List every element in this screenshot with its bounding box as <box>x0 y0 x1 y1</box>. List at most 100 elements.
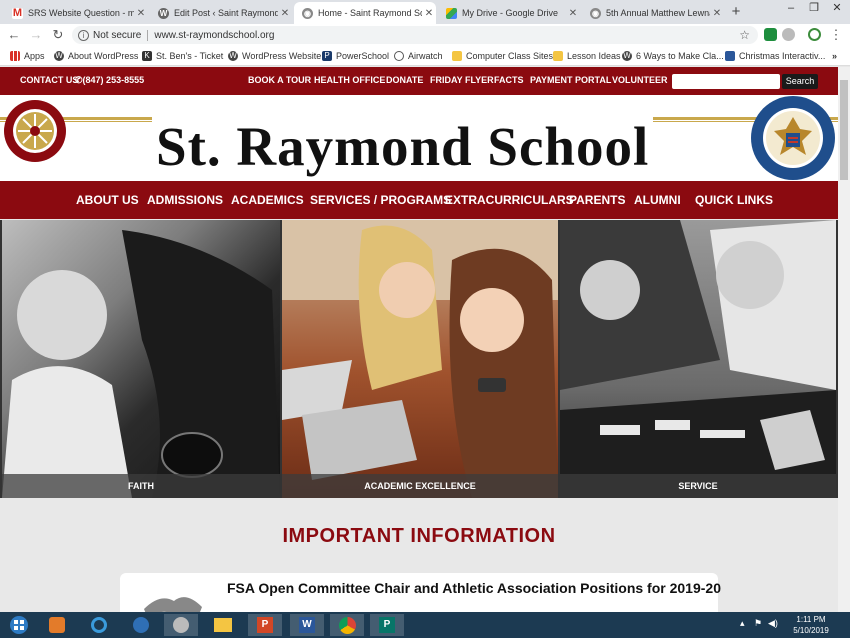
action-center-icon[interactable]: ⚑ <box>754 618 762 629</box>
friday-flyer-link[interactable]: FRIDAY FLYER <box>430 75 494 85</box>
panel-caption: SERVICE <box>560 474 836 498</box>
bookmark-lesson-ideas[interactable]: Lesson Ideas <box>553 49 621 63</box>
close-icon[interactable]: ✕ <box>422 8 436 19</box>
menu-dots-icon[interactable]: ⋮ <box>828 27 844 43</box>
doc-icon <box>725 51 735 61</box>
gmail-icon: M <box>12 7 23 19</box>
close-icon[interactable]: ✕ <box>134 8 148 19</box>
word-icon[interactable]: W <box>290 614 324 636</box>
bookmark-apps[interactable]: Apps <box>10 49 45 63</box>
nav-academics[interactable]: ACADEMICS <box>231 193 304 207</box>
site-search-input[interactable] <box>672 74 780 89</box>
bookmark-airwatch[interactable]: Airwatch <box>394 49 443 63</box>
bookmark-wordpress-website[interactable]: W WordPress Website <box>228 49 321 63</box>
bookmark-about-wordpress[interactable]: W About WordPress <box>54 49 138 63</box>
news-card[interactable]: FSA Open Committee Chair and Athletic As… <box>120 573 721 612</box>
nav-parents[interactable]: PARENTS <box>569 193 625 207</box>
search-button[interactable]: Search <box>782 74 818 89</box>
panel-academic-excellence[interactable]: ACADEMIC EXCELLENCE <box>282 220 558 498</box>
site-title: St. Raymond School <box>152 117 654 177</box>
bookmark-label: Apps <box>24 51 45 61</box>
tab-gmail[interactable]: M SRS Website Question - mic ✕ <box>4 2 148 24</box>
bookmark-label: PowerSchool <box>336 51 390 61</box>
outlook-icon[interactable] <box>124 614 158 636</box>
feature-panels: FAITH ACADEMIC EXCELLENCE SERVICE <box>0 220 838 498</box>
tab-label: Edit Post ‹ Saint Raymond Sc <box>174 8 278 18</box>
nav-services-programs[interactable]: SERVICES / PROGRAMS <box>310 193 451 207</box>
tab-google-drive[interactable]: My Drive - Google Drive ✕ <box>438 2 580 24</box>
divider <box>147 29 149 41</box>
bookmark-label: Lesson Ideas <box>567 51 621 61</box>
tab-edit-post[interactable]: W Edit Post ‹ Saint Raymond Sc ✕ <box>150 2 292 24</box>
panel-faith[interactable]: FAITH <box>2 220 280 498</box>
tab-home-active[interactable]: ◉ Home - Saint Raymond Scho ✕ <box>294 2 436 24</box>
nav-about-us[interactable]: ABOUT US <box>76 193 139 207</box>
k-icon: K <box>142 51 152 61</box>
file-explorer-icon[interactable] <box>206 614 240 636</box>
bookmark-star-icon[interactable]: ☆ <box>739 28 750 42</box>
wordpress-icon: W <box>158 7 169 19</box>
close-icon[interactable]: ✕ <box>278 8 292 19</box>
address-bar[interactable]: i Not secure www.st-raymondschool.org ☆ <box>72 26 758 44</box>
close-window-button[interactable]: ✕ <box>826 0 848 18</box>
st-raymond-seal-logo[interactable] <box>3 99 67 163</box>
panel-caption: ACADEMIC EXCELLENCE <box>282 474 558 498</box>
speaker-icon[interactable]: ◀) <box>768 618 778 629</box>
system-clock[interactable]: 1:11 PM 5/10/2019 <box>788 614 834 636</box>
bookmark-christmas-interactive[interactable]: Christmas Interactiv... <box>725 49 825 63</box>
news-card-title[interactable]: FSA Open Committee Chair and Athletic As… <box>227 580 721 596</box>
bookmark-label: Christmas Interactiv... <box>739 51 826 61</box>
donate-link[interactable]: DONATE <box>386 75 423 85</box>
chrome-icon[interactable] <box>330 614 364 636</box>
health-office-link[interactable]: HEALTH OFFICE <box>314 75 385 85</box>
nav-extracurriculars[interactable]: EXTRACURRICULARS <box>445 193 574 207</box>
start-button[interactable] <box>2 614 36 636</box>
close-icon[interactable]: ✕ <box>566 8 580 19</box>
contact-us-link[interactable]: CONTACT US <box>20 75 78 85</box>
tab-matthew-lewnar[interactable]: ◉ 5th Annual Matthew Lewnar ✕ <box>582 2 724 24</box>
internet-explorer-icon[interactable] <box>82 614 116 636</box>
bookmark-st-bens[interactable]: K St. Ben's - Ticket <box>142 49 223 63</box>
forward-arrow-icon[interactable]: → <box>28 27 44 43</box>
security-label: Not secure <box>93 29 142 41</box>
publisher-icon[interactable]: P <box>370 614 404 636</box>
blue-ribbon-seal-logo <box>751 96 835 180</box>
more-bookmarks-icon[interactable]: » <box>832 49 837 63</box>
reload-icon[interactable]: ↻ <box>50 27 66 43</box>
nav-alumni[interactable]: ALUMNI <box>634 193 681 207</box>
close-icon[interactable]: ✕ <box>710 8 724 19</box>
payment-portal-link[interactable]: PAYMENT PORTAL <box>530 75 611 85</box>
book-a-tour-link[interactable]: BOOK A TOUR <box>248 75 311 85</box>
wordpress-icon: W <box>228 51 238 61</box>
extension-icon[interactable] <box>782 28 795 41</box>
volunteer-link[interactable]: VOLUNTEER <box>612 75 668 85</box>
panel-service[interactable]: SERVICE <box>560 220 836 498</box>
bookmark-label: About WordPress <box>68 51 139 61</box>
powerschool-icon: P <box>322 51 332 61</box>
minimize-button[interactable]: – <box>780 0 802 18</box>
snipping-tool-icon[interactable] <box>164 614 198 636</box>
phone-icon: ✆ <box>75 75 83 85</box>
profile-avatar[interactable] <box>808 28 821 41</box>
powerpoint-icon[interactable]: P <box>248 614 282 636</box>
faith-photo <box>2 230 280 498</box>
new-tab-button[interactable]: + <box>727 3 745 21</box>
nav-admissions[interactable]: ADMISSIONS <box>147 193 223 207</box>
url-text: www.st-raymondschool.org <box>154 29 275 41</box>
extension-icon[interactable] <box>764 28 777 41</box>
bookmark-powerschool[interactable]: P PowerSchool <box>322 49 389 63</box>
facts-link[interactable]: FACTS <box>494 75 524 85</box>
media-player-icon[interactable] <box>40 614 74 636</box>
bookmark-6-ways[interactable]: W 6 Ways to Make Cla... <box>622 49 724 63</box>
scrollbar-thumb[interactable] <box>840 80 848 180</box>
tray-expand-icon[interactable]: ▴ <box>740 618 745 629</box>
bookmark-computer-class-sites[interactable]: Computer Class Sites <box>452 49 553 63</box>
web-page: CONTACT US ✆(847) 253-8555 BOOK A TOUR H… <box>0 67 838 612</box>
handshake-icon <box>144 597 202 612</box>
folder-icon <box>452 51 462 61</box>
back-arrow-icon[interactable]: ← <box>6 27 22 43</box>
phone-link[interactable]: ✆(847) 253-8555 <box>75 75 144 86</box>
info-icon[interactable]: i <box>78 29 89 41</box>
restore-button[interactable]: ❐ <box>803 0 825 18</box>
nav-quick-links[interactable]: QUICK LINKS <box>695 193 773 207</box>
